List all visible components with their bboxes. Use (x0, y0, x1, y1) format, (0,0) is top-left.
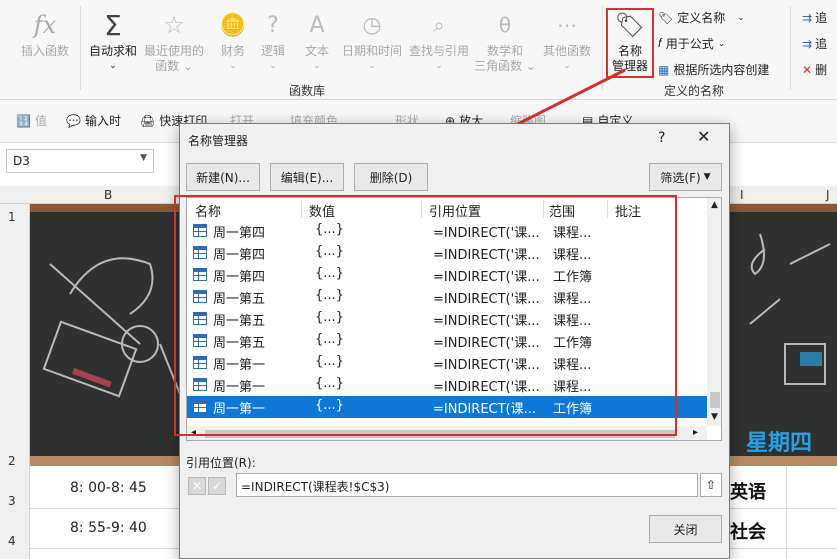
printer-icon: 🖨 (140, 113, 156, 128)
delete-name-button[interactable]: 删除(D) (354, 163, 428, 191)
scroll-up-icon[interactable]: ▲ (711, 200, 718, 210)
column-header-i[interactable]: I (740, 188, 744, 202)
chevron-down-icon: ▼ (703, 172, 711, 182)
confirm-edit-icon: ✓ (208, 477, 226, 495)
dialog-title: 名称管理器 (188, 134, 249, 148)
trace-icon: ⇉ (802, 36, 813, 51)
chevron-down-icon: ⌄ (737, 12, 745, 23)
gridline (786, 466, 787, 559)
trace-icon: ⇉ (802, 10, 813, 25)
define-name-button[interactable]: 🏷 定义名称 ⌄ (658, 9, 745, 26)
autosum-button[interactable]: Σ 自动求和 ⌄ (82, 8, 144, 74)
row-header-2[interactable]: 2 (8, 454, 16, 468)
date-time-button[interactable]: ◷ 日期和时间 ⌄ (340, 8, 404, 74)
theta-book-icon: θ (498, 12, 512, 37)
quick-on-input-button[interactable]: 💬 输入时 (66, 112, 121, 129)
subject-cell[interactable]: 英语 (730, 478, 766, 504)
edit-name-button[interactable]: 编辑(E)... (270, 163, 344, 191)
column-header-j[interactable]: J (826, 188, 830, 202)
cancel-edit-icon: ✕ (188, 477, 206, 495)
insert-function-button[interactable]: fx 插入函数 (14, 8, 76, 59)
scroll-down-icon[interactable]: ▼ (711, 412, 718, 422)
use-in-formula-button[interactable]: 𝑓 用于公式 ⌄ (658, 35, 725, 52)
magnifier-book-icon: ⌕ (433, 12, 445, 37)
refers-to-input[interactable]: =INDIRECT(课程表!$C$3) (236, 473, 698, 497)
divider (80, 6, 81, 90)
row-header-4[interactable]: 4 (8, 534, 16, 548)
divider (790, 6, 791, 90)
group-label-defined-names: 定义的名称 (664, 84, 725, 98)
quick-value-button[interactable]: 🔢 值 (16, 112, 47, 129)
text-button[interactable]: A 文本 ⌄ (286, 8, 348, 74)
subject-cell[interactable]: 社会 (730, 518, 766, 544)
value-icon: 🔢 (16, 113, 31, 128)
time-cell[interactable]: 8: 55-9: 40 (70, 520, 147, 536)
sigma-icon: Σ (104, 8, 122, 42)
close-icon[interactable]: ✕ (697, 127, 710, 146)
collapse-dialog-icon[interactable]: ⇧ (700, 473, 722, 497)
trace-precedents-button[interactable]: ⇉ 追 (802, 9, 827, 26)
text-a-icon: A (309, 12, 325, 38)
filter-button[interactable]: 筛选(F) ▼ (649, 163, 722, 191)
remove-arrows-icon: ✕ (802, 62, 813, 77)
tag-small-icon: 🏷 (658, 10, 674, 25)
new-name-button[interactable]: 新建(N)... (186, 163, 260, 191)
row-header-1[interactable]: 1 (8, 210, 16, 224)
ref-label: 引用位置(R): (186, 456, 256, 470)
group-label-function-library: 函数库 (289, 84, 326, 98)
help-button[interactable]: ? (658, 130, 665, 146)
row-header-3[interactable]: 3 (8, 494, 16, 508)
chevron-down-icon[interactable]: ▼ (140, 153, 147, 163)
grid-tag-icon: ▦ (658, 62, 670, 77)
dots-book-icon: ⋯ (557, 12, 577, 37)
recent-functions-button[interactable]: ☆ 最近使用的 函数 ⌄ (142, 8, 206, 74)
ribbon: fx 插入函数 Σ 自动求和 ⌄ ☆ 最近使用的 函数 ⌄ 🪙 财务 ⌄ ? 逻… (0, 0, 837, 100)
remove-arrows-button[interactable]: ✕ 删 (802, 61, 827, 78)
scroll-right-icon[interactable]: ▸ (693, 427, 698, 438)
comment-icon: 💬 (66, 113, 81, 128)
fx-icon: fx (33, 10, 57, 39)
clock-icon: ◷ (362, 12, 382, 38)
column-header-b[interactable]: B (104, 188, 112, 202)
formula-tag-icon: 𝑓 (658, 36, 662, 50)
chevron-down-icon: ⌄ (717, 38, 726, 49)
row-headers: 1 2 3 4 (0, 204, 30, 559)
name-box[interactable]: D3 ▼ (6, 149, 154, 173)
highlight-box (174, 195, 677, 436)
create-from-selection-button[interactable]: ▦ 根据所选内容创建 (658, 61, 769, 78)
star-book-icon: ☆ (163, 10, 185, 39)
close-dialog-button[interactable]: 关闭 (649, 515, 722, 543)
scroll-thumb[interactable] (710, 392, 720, 408)
trace-dependents-button[interactable]: ⇉ 追 (802, 35, 827, 52)
weekday-title: 星期四 (746, 431, 813, 456)
time-cell[interactable]: 8: 00-8: 45 (70, 480, 147, 496)
vertical-scrollbar[interactable]: ▲ ▼ (707, 198, 721, 426)
